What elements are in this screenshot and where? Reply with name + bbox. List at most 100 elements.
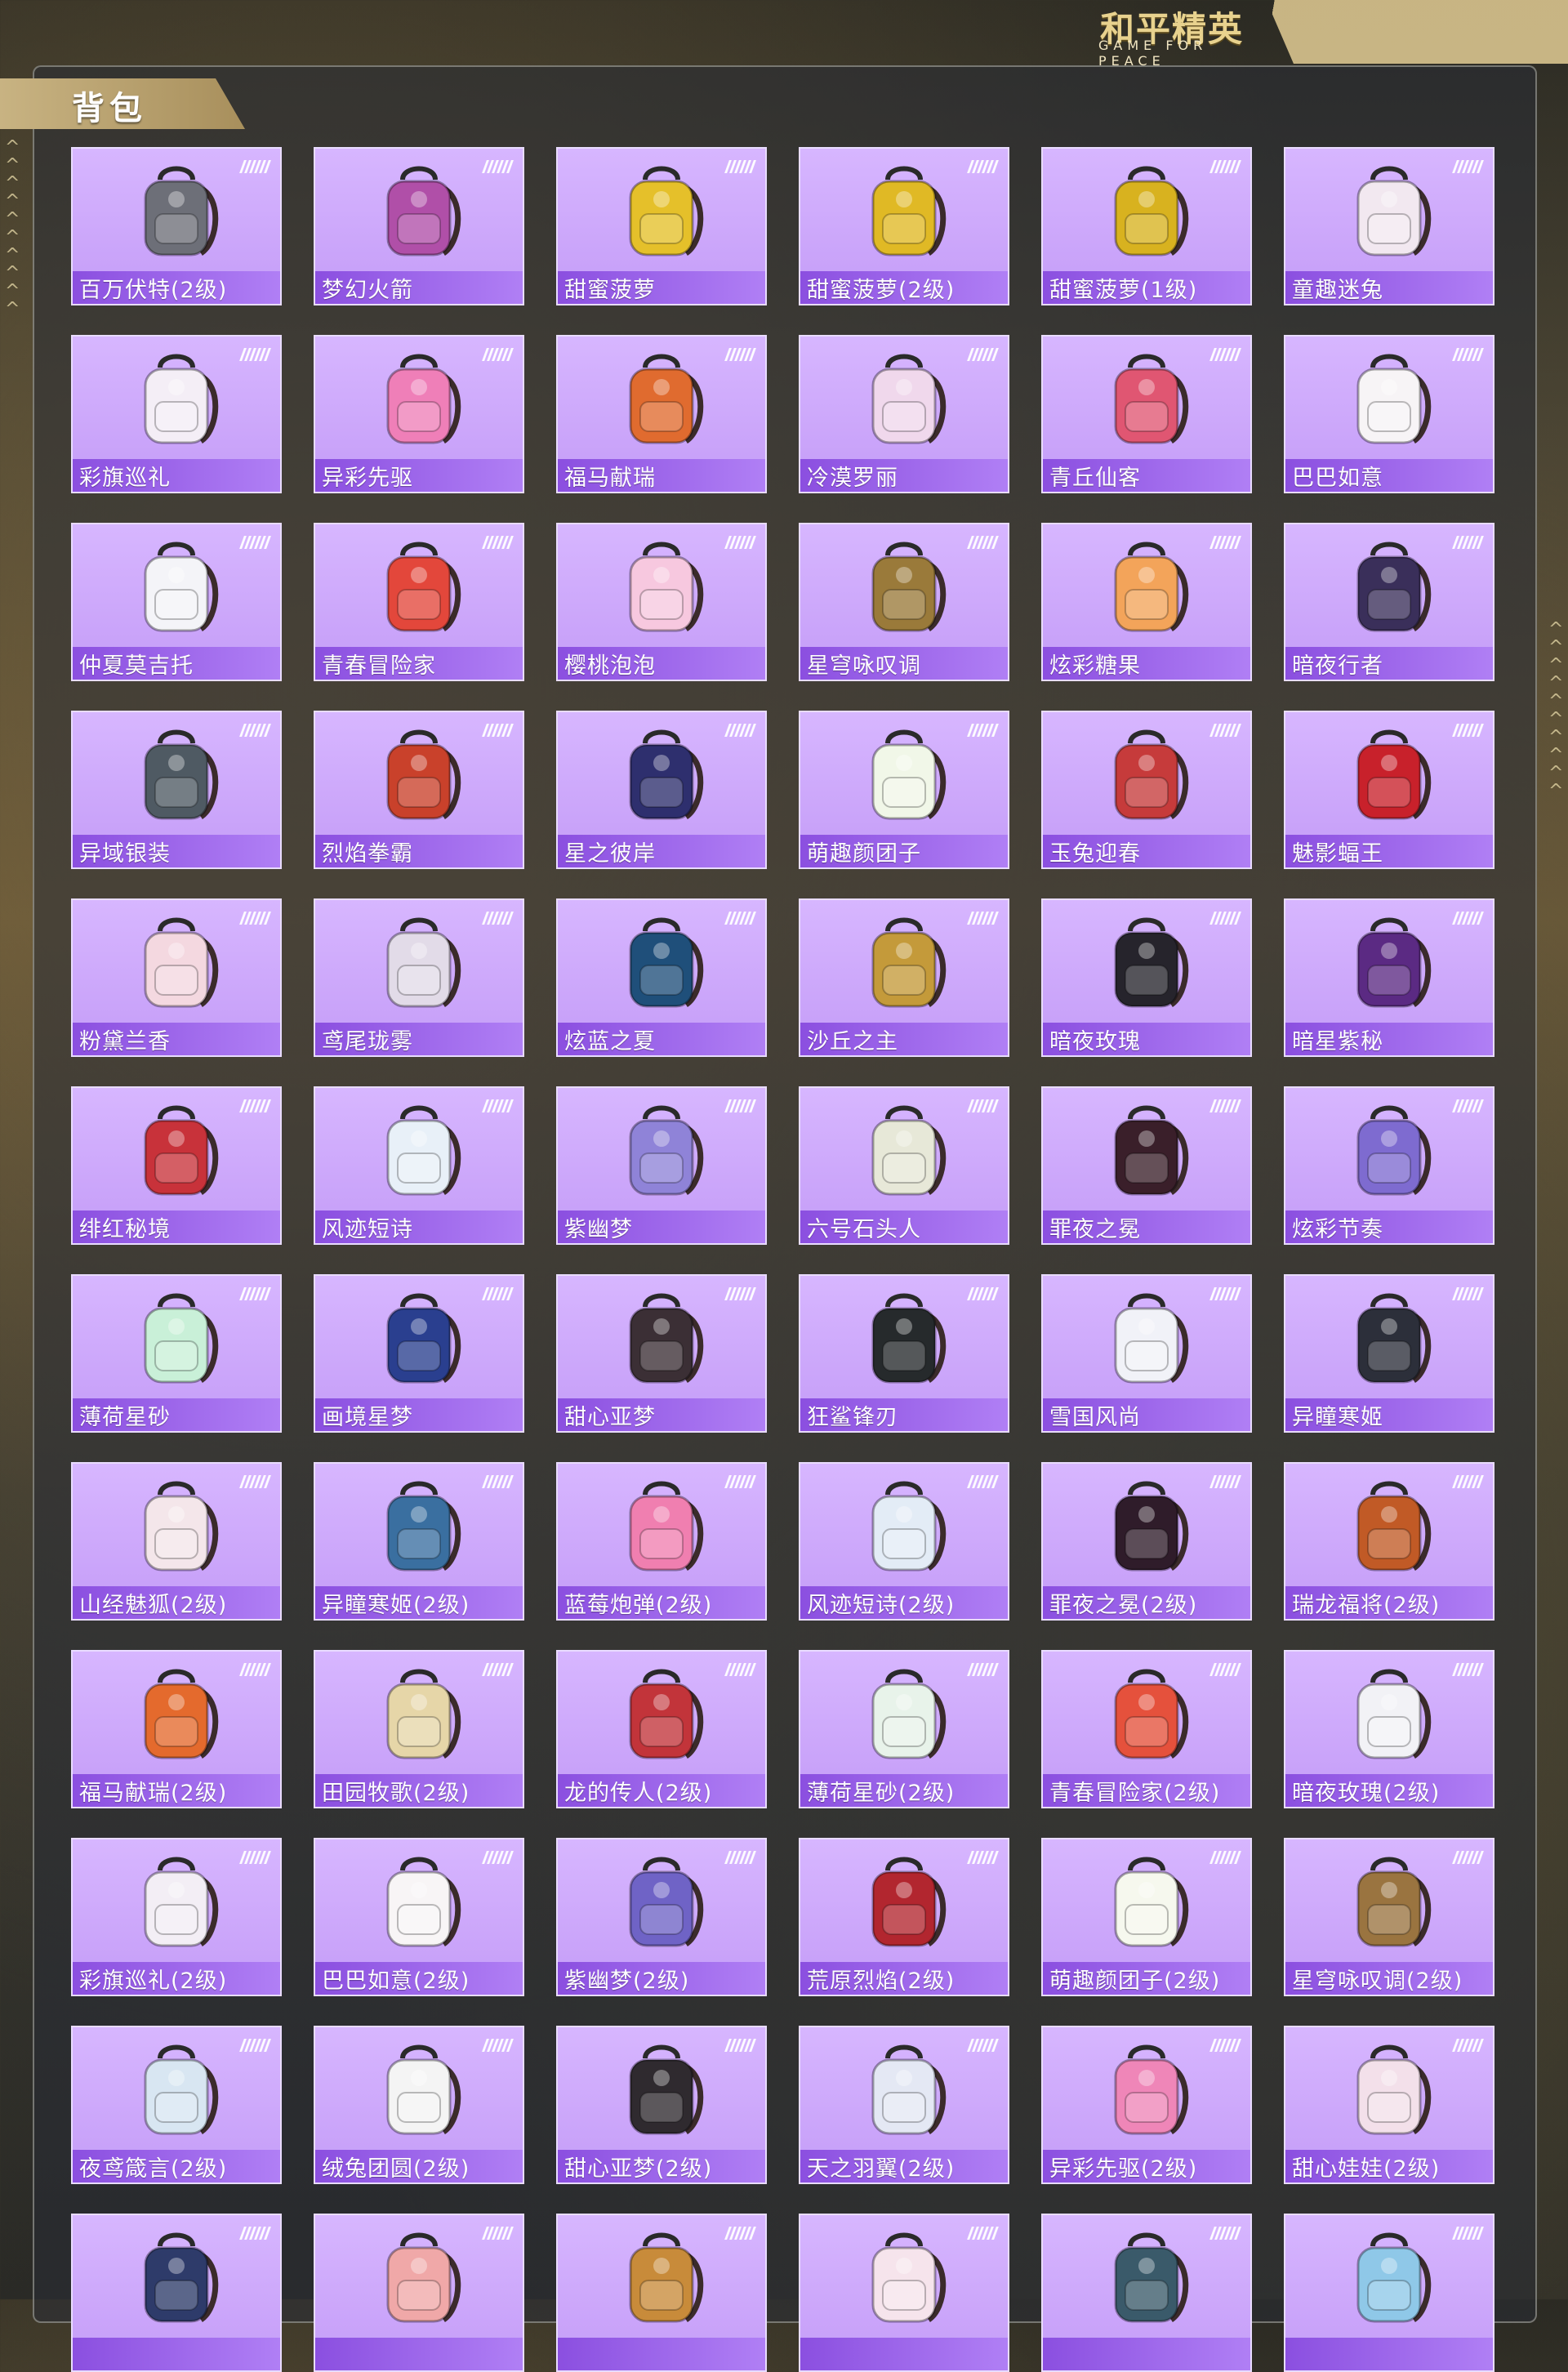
rabbit-backpack-icon bbox=[1356, 166, 1432, 256]
backpack-item[interactable]: 暗夜玫瑰 bbox=[1041, 898, 1252, 1057]
backpack-item[interactable] bbox=[314, 2214, 524, 2372]
backpack-icon bbox=[629, 917, 704, 1008]
backpack-item[interactable]: 百万伏特(2级) bbox=[71, 147, 282, 305]
backpack-item[interactable]: 异域银装 bbox=[71, 711, 282, 869]
backpack-item[interactable]: 樱桃泡泡 bbox=[556, 523, 767, 681]
backpack-item[interactable]: 画境星梦 bbox=[314, 1274, 524, 1433]
backpack-item[interactable]: 异彩先驱 bbox=[314, 335, 524, 493]
backpack-item[interactable] bbox=[1284, 2214, 1494, 2372]
backpack-item[interactable]: 山经魅狐(2级) bbox=[71, 1462, 282, 1621]
backpack-item[interactable]: 狂鲨锋刃 bbox=[799, 1274, 1009, 1433]
backpack-item[interactable]: 暗夜玫瑰(2级) bbox=[1284, 1650, 1494, 1808]
backpack-item[interactable]: 瑞龙福将(2级) bbox=[1284, 1462, 1494, 1621]
backpack-item[interactable]: 炫蓝之夏 bbox=[556, 898, 767, 1057]
backpack-item[interactable] bbox=[71, 2214, 282, 2372]
rarity-stripes bbox=[482, 1475, 514, 1488]
rarity-stripes bbox=[482, 2227, 514, 2240]
item-name: 青春冒险家 bbox=[322, 653, 436, 679]
backpack-item[interactable]: 六号石头人 bbox=[799, 1086, 1009, 1245]
backpack-item[interactable]: 青春冒险家 bbox=[314, 523, 524, 681]
backpack-item[interactable]: 甜蜜菠萝 bbox=[556, 147, 767, 305]
backpack-item[interactable]: 甜心亚梦(2级) bbox=[556, 2026, 767, 2184]
frame-backpack-icon bbox=[386, 1293, 461, 1384]
item-label-bar: 萌趣颜团子(2级) bbox=[1043, 1962, 1250, 1995]
item-name: 福马献瑞(2级) bbox=[79, 1780, 228, 1806]
backpack-item[interactable]: 绯红秘境 bbox=[71, 1086, 282, 1245]
backpack-item[interactable]: 沙丘之主 bbox=[799, 898, 1009, 1057]
rarity-stripes bbox=[1209, 2227, 1241, 2240]
item-label-bar: 魅影蝠王 bbox=[1285, 835, 1493, 867]
backpack-item[interactable]: 暗夜行者 bbox=[1284, 523, 1494, 681]
backpack-item[interactable]: 绒兔团圆(2级) bbox=[314, 2026, 524, 2184]
box-backpack-icon bbox=[871, 1669, 947, 1759]
backpack-item[interactable]: 彩旗巡礼(2级) bbox=[71, 1838, 282, 1996]
backpack-item[interactable]: 紫幽梦(2级) bbox=[556, 1838, 767, 1996]
backpack-item[interactable]: 鸢尾珑雾 bbox=[314, 898, 524, 1057]
backpack-item[interactable]: 紫幽梦 bbox=[556, 1086, 767, 1245]
backpack-item[interactable]: 玉兔迎春 bbox=[1041, 711, 1252, 869]
rarity-stripes bbox=[724, 1099, 756, 1112]
backpack-item[interactable]: 蓝莓炮弹(2级) bbox=[556, 1462, 767, 1621]
backpack-item[interactable]: 烈焰拳霸 bbox=[314, 711, 524, 869]
backpack-icon bbox=[144, 729, 219, 820]
backpack-item[interactable]: 萌趣颜团子(2级) bbox=[1041, 1838, 1252, 1996]
backpack-item[interactable]: 异彩先驱(2级) bbox=[1041, 2026, 1252, 2184]
backpack-item[interactable]: 炫彩糖果 bbox=[1041, 523, 1252, 681]
backpack-item[interactable] bbox=[799, 2214, 1009, 2372]
backpack-item[interactable]: 巴巴如意 bbox=[1284, 335, 1494, 493]
backpack-item[interactable]: 童趣迷兔 bbox=[1284, 147, 1494, 305]
backpack-item[interactable]: 罪夜之冕 bbox=[1041, 1086, 1252, 1245]
backpack-item[interactable]: 炫彩节奏 bbox=[1284, 1086, 1494, 1245]
backpack-item[interactable] bbox=[1041, 2214, 1252, 2372]
backpack-item[interactable]: 彩旗巡礼 bbox=[71, 335, 282, 493]
backpack-item[interactable]: 粉黛兰香 bbox=[71, 898, 282, 1057]
backpack-item[interactable]: 青丘仙客 bbox=[1041, 335, 1252, 493]
backpack-item[interactable]: 甜蜜菠萝(2级) bbox=[799, 147, 1009, 305]
backpack-item[interactable]: 梦幻火箭 bbox=[314, 147, 524, 305]
backpack-item[interactable]: 甜心娃娃(2级) bbox=[1284, 2026, 1494, 2184]
backpack-item[interactable]: 薄荷星砂 bbox=[71, 1274, 282, 1433]
backpack-item[interactable]: 福马献瑞(2级) bbox=[71, 1650, 282, 1808]
backpack-item[interactable]: 荒原烈焰(2级) bbox=[799, 1838, 1009, 1996]
item-label-bar: 罪夜之冕(2级) bbox=[1043, 1586, 1250, 1619]
item-label-bar: 沙丘之主 bbox=[800, 1023, 1008, 1055]
backpack-item[interactable]: 风迹短诗(2级) bbox=[799, 1462, 1009, 1621]
backpack-item[interactable]: 甜蜜菠萝(1级) bbox=[1041, 147, 1252, 305]
backpack-item[interactable]: 巴巴如意(2级) bbox=[314, 1838, 524, 1996]
backpack-item[interactable]: 星之彼岸 bbox=[556, 711, 767, 869]
backpack-item[interactable]: 薄荷星砂(2级) bbox=[799, 1650, 1009, 1808]
item-name: 龙的传人(2级) bbox=[564, 1780, 713, 1806]
backpack-item[interactable]: 暗星紫秘 bbox=[1284, 898, 1494, 1057]
backpack-item[interactable]: 魅影蝠王 bbox=[1284, 711, 1494, 869]
backpack-item[interactable]: 异瞳寒姬 bbox=[1284, 1274, 1494, 1433]
backpack-item[interactable]: 天之羽翼(2级) bbox=[799, 2026, 1009, 2184]
item-name: 荒原烈焰(2级) bbox=[807, 1968, 956, 1994]
backpack-item[interactable]: 星穹咏叹调 bbox=[799, 523, 1009, 681]
backpack-item[interactable]: 夜鸢箴言(2级) bbox=[71, 2026, 282, 2184]
backpack-item[interactable]: 青春冒险家(2级) bbox=[1041, 1650, 1252, 1808]
item-name: 鸢尾珑雾 bbox=[322, 1028, 413, 1054]
backpack-item[interactable]: 萌趣颜团子 bbox=[799, 711, 1009, 869]
rarity-stripes bbox=[239, 1475, 271, 1488]
item-name: 仲夏莫吉托 bbox=[79, 653, 194, 679]
backpack-item[interactable]: 罪夜之冕(2级) bbox=[1041, 1462, 1252, 1621]
backpack-item[interactable]: 田园牧歌(2级) bbox=[314, 1650, 524, 1808]
backpack-item[interactable]: 福马献瑞 bbox=[556, 335, 767, 493]
item-name: 六号石头人 bbox=[807, 1216, 921, 1242]
item-label-bar: 暗夜玫瑰(2级) bbox=[1285, 1774, 1493, 1807]
plush-backpack-icon bbox=[144, 354, 219, 444]
backpack-item[interactable]: 星穹咏叹调(2级) bbox=[1284, 1838, 1494, 1996]
backpack-item[interactable]: 冷漠罗丽 bbox=[799, 335, 1009, 493]
backpack-item[interactable]: 雪国风尚 bbox=[1041, 1274, 1252, 1433]
backpack-item[interactable]: 仲夏莫吉托 bbox=[71, 523, 282, 681]
rarity-stripes bbox=[724, 2039, 756, 2052]
backpack-item[interactable]: 风迹短诗 bbox=[314, 1086, 524, 1245]
backpack-item[interactable]: 甜心亚梦 bbox=[556, 1274, 767, 1433]
backpack-item[interactable]: 龙的传人(2级) bbox=[556, 1650, 767, 1808]
backpack-item[interactable]: 异瞳寒姬(2级) bbox=[314, 1462, 524, 1621]
pouch-backpack-icon bbox=[1356, 729, 1432, 820]
item-label-bar: 异彩先驱(2级) bbox=[1043, 2150, 1250, 2183]
backpack-item[interactable] bbox=[556, 2214, 767, 2372]
item-name: 星之彼岸 bbox=[564, 840, 656, 867]
item-name: 风迹短诗 bbox=[322, 1216, 413, 1242]
